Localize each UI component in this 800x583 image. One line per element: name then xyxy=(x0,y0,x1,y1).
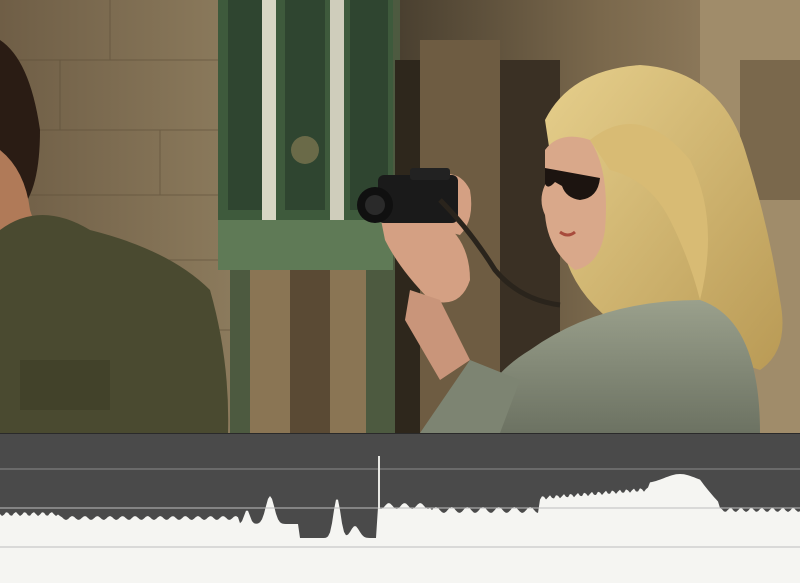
video-frame-image xyxy=(0,0,800,433)
video-frame xyxy=(0,0,800,433)
video-scope-viewer xyxy=(0,0,800,583)
luminance-waveform-panel xyxy=(0,433,800,583)
luminance-waveform xyxy=(0,434,800,583)
